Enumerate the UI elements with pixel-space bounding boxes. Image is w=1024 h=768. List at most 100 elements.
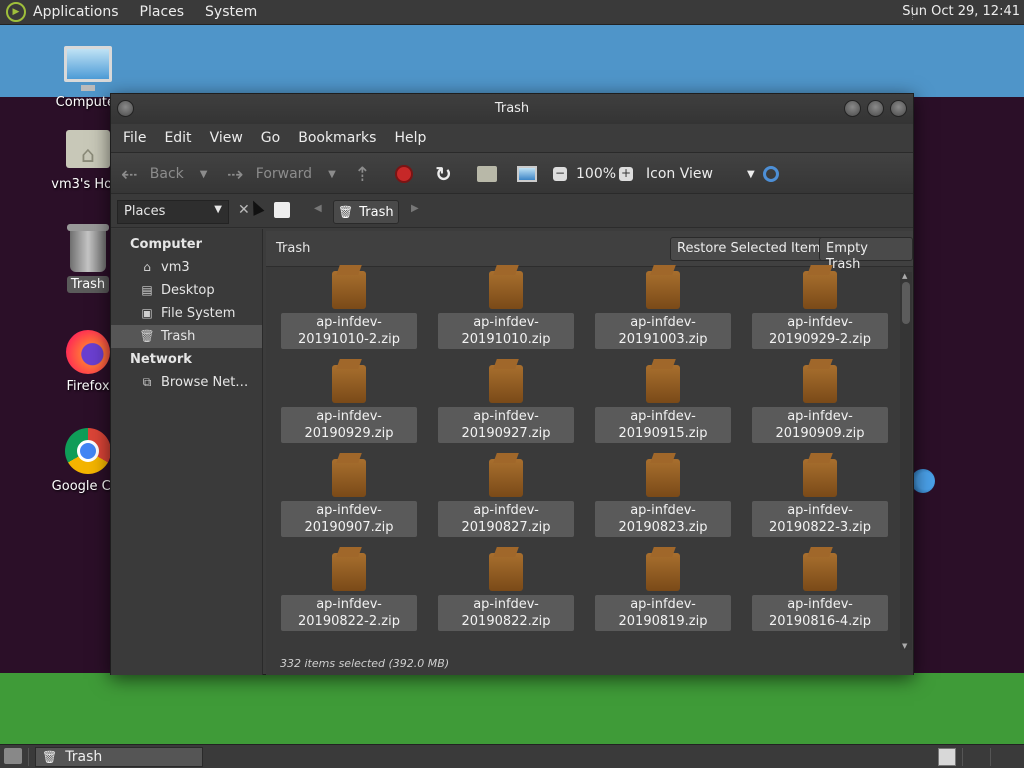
file-item[interactable]: ap-infdev-20190822.zip <box>438 553 574 631</box>
file-item[interactable]: ap-infdev-20191010.zip <box>438 271 574 349</box>
home-folder-icon: ⌂ <box>143 260 151 274</box>
zoom-level[interactable]: 100% <box>576 153 616 195</box>
close-button[interactable] <box>890 100 907 117</box>
file-name: ap-infdev-20190929-2.zip <box>752 313 888 349</box>
zoom-in-button[interactable]: + <box>619 153 633 195</box>
drive-icon: ▣ <box>141 306 153 320</box>
restore-selected-items-button[interactable]: Restore Selected Items <box>670 237 835 261</box>
sidebar-item-label: Trash <box>161 329 196 344</box>
menu-go[interactable]: Go <box>261 130 280 146</box>
sidebar-item-trash[interactable]: 🗑 Trash <box>111 325 262 348</box>
search-button[interactable] <box>763 153 779 195</box>
menu-help[interactable]: Help <box>394 130 426 146</box>
file-name: ap-infdev-20191003.zip <box>595 313 731 349</box>
show-desktop-icon[interactable] <box>4 748 22 764</box>
file-item[interactable]: ap-infdev-20190819.zip <box>595 553 731 631</box>
trash-icon: 🗑 <box>42 750 58 764</box>
up-button[interactable]: ⇡ <box>354 153 371 195</box>
menu-system[interactable]: System <box>205 4 257 20</box>
computer-button[interactable] <box>517 153 537 195</box>
window-titlebar[interactable]: Trash <box>111 94 913 124</box>
scrollbar-thumb[interactable] <box>902 282 910 324</box>
sidebar-header-computer: Computer <box>130 237 203 252</box>
minimize-button[interactable] <box>844 100 861 117</box>
file-item[interactable]: ap-infdev-20191003.zip <box>595 271 731 349</box>
menu-applications[interactable]: Applications <box>33 4 119 20</box>
file-item[interactable]: ap-infdev-20190929-2.zip <box>752 271 888 349</box>
file-item[interactable]: ap-infdev-20190907.zip <box>281 459 417 537</box>
file-item[interactable]: ap-infdev-20190929.zip <box>281 365 417 443</box>
back-history-chevron-icon[interactable]: ▼ <box>200 169 208 180</box>
file-name: ap-infdev-20190822-2.zip <box>281 595 417 631</box>
scroll-down-icon[interactable]: ▼ <box>902 642 907 650</box>
breadcrumb-label: Trash <box>359 204 394 220</box>
zip-archive-icon <box>803 271 837 309</box>
zip-archive-icon <box>489 459 523 497</box>
file-item[interactable]: ap-infdev-20190823.zip <box>595 459 731 537</box>
home-button[interactable] <box>477 153 497 195</box>
file-name: ap-infdev-20190822-3.zip <box>752 501 888 537</box>
view-mode-select[interactable]: Icon View ▼ <box>646 153 755 195</box>
empty-trash-button[interactable]: Empty Trash <box>819 237 913 272</box>
trash-info-bar: Trash Restore Selected Items Empty Trash <box>266 231 913 272</box>
workspace-separator <box>990 748 991 766</box>
forward-button[interactable]: ⇢ Forward ▼ <box>227 153 336 195</box>
menu-places[interactable]: Places <box>140 4 185 20</box>
file-item[interactable]: ap-infdev-20190822-2.zip <box>281 553 417 631</box>
crumb-right-arrow-icon[interactable]: ▶ <box>411 203 419 214</box>
file-name: ap-infdev-20190927.zip <box>438 407 574 443</box>
places-select-label: Places <box>124 204 166 219</box>
zoom-in-icon: + <box>619 166 633 181</box>
desktop-folder-icon: ▤ <box>141 283 153 297</box>
file-item[interactable]: ap-infdev-20190915.zip <box>595 365 731 443</box>
file-name: ap-infdev-20190816-4.zip <box>752 595 888 631</box>
back-arrow-icon: ⇠ <box>121 162 138 186</box>
sidebar-item-browse-network[interactable]: ⧉ Browse Net… <box>111 371 262 394</box>
file-name: ap-infdev-20190907.zip <box>281 501 417 537</box>
menu-bookmarks[interactable]: Bookmarks <box>298 130 376 146</box>
desktop-icon-label: Trash <box>66 276 110 293</box>
toolbar: ⇠ Back ▼ ⇢ Forward ▼ ⇡ ↻ − 100% + Icon V… <box>111 152 913 194</box>
file-item[interactable]: ap-infdev-20190927.zip <box>438 365 574 443</box>
content-title: Trash <box>276 241 311 256</box>
breadcrumb-trash[interactable]: 🗑 Trash <box>333 200 399 224</box>
zip-archive-icon <box>646 553 680 591</box>
firefox-icon <box>66 330 110 374</box>
zip-archive-icon <box>489 271 523 309</box>
distro-logo-icon[interactable]: ▶ <box>6 2 26 22</box>
sidebar-item-label: Desktop <box>161 283 215 298</box>
workspace-1[interactable] <box>938 748 956 766</box>
file-item[interactable]: ap-infdev-20190909.zip <box>752 365 888 443</box>
clock[interactable]: Sun Oct 29, 12:41 <box>902 4 1020 19</box>
forward-history-chevron-icon[interactable]: ▼ <box>328 169 336 180</box>
toggle-location-entry-icon[interactable] <box>274 202 290 218</box>
maximize-button[interactable] <box>867 100 884 117</box>
top-panel: ▶ Applications Places System Sun Oct 29,… <box>0 0 1024 25</box>
file-item[interactable]: ap-infdev-20190816-4.zip <box>752 553 888 631</box>
menu-view[interactable]: View <box>210 130 243 146</box>
menu-file[interactable]: File <box>123 130 146 146</box>
sidebar-item-file-system[interactable]: ▣ File System <box>111 302 262 325</box>
stop-button[interactable] <box>395 153 413 195</box>
file-item[interactable]: ap-infdev-20190822-3.zip <box>752 459 888 537</box>
window-menu-button[interactable] <box>117 100 134 117</box>
sidebar-item-label: File System <box>161 306 236 321</box>
vertical-scrollbar[interactable]: ▲ ▼ <box>900 272 912 650</box>
zip-archive-icon <box>646 365 680 403</box>
file-item[interactable]: ap-infdev-20190827.zip <box>438 459 574 537</box>
panel-separator <box>28 748 29 766</box>
file-item[interactable]: ap-infdev-20191010-2.zip <box>281 271 417 349</box>
taskbar-item-trash[interactable]: 🗑 Trash <box>35 747 203 767</box>
scroll-up-icon[interactable]: ▲ <box>902 272 907 280</box>
reload-button[interactable]: ↻ <box>435 153 452 195</box>
back-button[interactable]: ⇠ Back ▼ <box>121 153 207 195</box>
zip-archive-icon <box>803 365 837 403</box>
file-name: ap-infdev-20190819.zip <box>595 595 731 631</box>
sidebar-item-vm3[interactable]: ⌂ vm3 <box>111 256 262 279</box>
crumb-left-arrow-icon[interactable]: ◀ <box>314 203 322 214</box>
sidebar-item-desktop[interactable]: ▤ Desktop <box>111 279 262 302</box>
zoom-out-button[interactable]: − <box>553 153 567 195</box>
menu-edit[interactable]: Edit <box>164 130 191 146</box>
places-select[interactable]: Places ▼ <box>117 200 229 224</box>
zip-archive-icon <box>332 365 366 403</box>
